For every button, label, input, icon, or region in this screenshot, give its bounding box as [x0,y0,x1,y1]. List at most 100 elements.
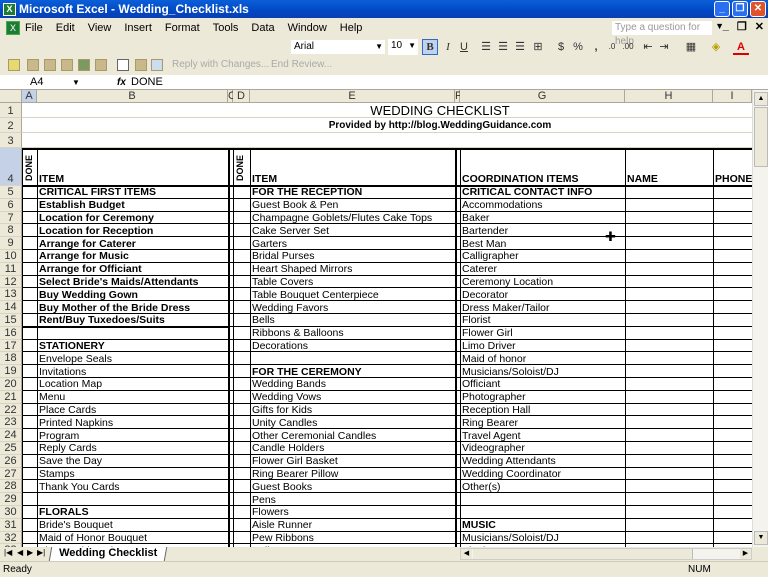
prev-sheet-icon[interactable]: ◀ [17,548,23,557]
row-header[interactable]: 3 [0,133,22,148]
reply-with-changes-button[interactable]: Reply with Changes... [172,59,269,70]
menu-view[interactable]: View [88,22,112,34]
function-icon[interactable]: fx [117,75,126,90]
row-header[interactable]: 23 [0,416,22,430]
menu-edit[interactable]: Edit [56,22,75,34]
vertical-scroll-thumb[interactable] [754,107,768,167]
column-header-a[interactable]: A [22,90,37,103]
menu-help[interactable]: Help [340,22,363,34]
bold-button[interactable]: B [422,39,438,55]
menu-insert[interactable]: Insert [124,22,152,34]
row-header[interactable]: 8 [0,224,22,238]
horizontal-scrollbar[interactable]: ◀ ▶ [460,548,752,560]
workbook-close-button[interactable]: ✕ [755,20,764,33]
spreadsheet-grid[interactable]: A B C D E F G H I 1 2 3 4 WEDDING CHECKLIST Provided b… [0,90,752,547]
row-header[interactable]: 30 [0,506,22,519]
menu-tools[interactable]: Tools [213,22,239,34]
chevron-down-icon[interactable]: ▼ [72,75,80,90]
column-header-g[interactable]: G [460,90,625,103]
column-header-h[interactable]: H [625,90,713,103]
name-box[interactable]: A4 [0,75,80,90]
scroll-right-icon[interactable]: ▶ [740,549,751,559]
row-header[interactable]: 19 [0,365,22,378]
font-name-select[interactable]: Arial ▼ [290,39,386,55]
currency-button[interactable]: $ [553,39,569,55]
increase-indent-button[interactable]: ⇥ [656,39,672,55]
workbook-minimize-button[interactable]: _ [723,20,729,33]
row-header[interactable]: 2 [0,118,22,133]
decrease-indent-button[interactable]: ⇤ [640,39,656,55]
comma-button[interactable]: , [588,39,604,55]
row-header[interactable]: 11 [0,263,22,276]
row-header[interactable]: 9 [0,237,22,250]
row-header[interactable]: 5 [0,186,22,199]
last-sheet-icon[interactable]: ▶| [37,548,45,557]
menu-format[interactable]: Format [165,22,200,34]
track-changes-icon[interactable] [117,59,129,71]
next-sheet-icon[interactable]: ▶ [27,548,33,557]
previous-comment-icon[interactable] [27,59,39,71]
row-header[interactable]: 4 [0,148,22,186]
help-search-input[interactable]: Type a question for help [612,21,712,47]
italic-button[interactable]: I [440,39,456,55]
row-header[interactable]: 7 [0,212,22,225]
horizontal-scroll-thumb[interactable] [473,549,693,559]
end-review-button[interactable]: End Review... [271,59,332,70]
row-header[interactable]: 6 [0,199,22,212]
fill-color-button[interactable]: ◈ [708,39,724,55]
underline-button[interactable]: U [456,39,472,55]
folder-icon[interactable] [8,59,20,71]
sheet-tab-wedding-checklist[interactable]: Wedding Checklist [48,547,168,561]
row-header[interactable]: 17 [0,340,22,353]
decrease-decimal-button[interactable]: .00 [620,39,636,55]
scroll-down-icon[interactable]: ▼ [754,531,768,545]
row-header[interactable]: 22 [0,404,22,417]
row-header[interactable]: 1 [0,103,22,118]
align-center-button[interactable]: ☰ [495,39,511,55]
scroll-up-icon[interactable]: ▲ [754,92,768,106]
row-header[interactable]: 29 [0,493,22,506]
select-all-corner[interactable] [0,90,22,103]
row-header[interactable]: 16 [0,327,22,340]
vertical-scrollbar[interactable]: ▲ ▼ [752,90,768,547]
workbook-restore-button[interactable]: ❐ [737,20,747,33]
scroll-left-icon[interactable]: ◀ [461,549,472,559]
row-header[interactable]: 20 [0,378,22,391]
increase-decimal-button[interactable]: .0 [604,39,620,55]
row-header[interactable]: 13 [0,288,22,302]
send-to-icon[interactable] [151,59,163,71]
row-header[interactable]: 28 [0,480,22,494]
font-color-button[interactable]: A [733,39,749,55]
row-header[interactable]: 27 [0,468,22,481]
column-header-i[interactable]: I [713,90,752,103]
column-header-d[interactable]: D [233,90,250,103]
minimize-button[interactable]: _ [714,1,730,17]
workbook-icon[interactable]: X [6,21,20,35]
update-file-icon[interactable] [135,59,147,71]
row-header[interactable]: 15 [0,314,22,327]
merge-center-button[interactable]: ⊞ [530,39,546,55]
row-header[interactable]: 32 [0,532,22,545]
formula-input[interactable]: DONE [131,75,163,90]
first-sheet-icon[interactable]: |◀ [4,548,12,557]
next-comment-icon[interactable] [44,59,56,71]
percent-button[interactable]: % [570,39,586,55]
row-header[interactable]: 18 [0,352,22,366]
row-header[interactable]: 24 [0,429,22,442]
menu-data[interactable]: Data [251,22,274,34]
delete-comment-icon[interactable] [95,59,107,71]
row-header[interactable]: 14 [0,301,22,314]
row-header[interactable]: 12 [0,276,22,289]
row-header[interactable]: 25 [0,442,22,455]
row-header[interactable]: 26 [0,455,22,468]
align-left-button[interactable]: ☰ [478,39,494,55]
font-size-select[interactable]: 10 ▼ [388,39,418,55]
row-header[interactable]: 31 [0,519,22,532]
menu-window[interactable]: Window [288,22,327,34]
row-header[interactable]: 21 [0,391,22,404]
restore-button[interactable]: ❐ [732,1,748,17]
show-comment-icon[interactable] [61,59,73,71]
close-button[interactable]: ✕ [750,1,766,17]
show-all-comments-icon[interactable] [78,59,90,71]
borders-button[interactable]: ▦ [683,39,699,55]
